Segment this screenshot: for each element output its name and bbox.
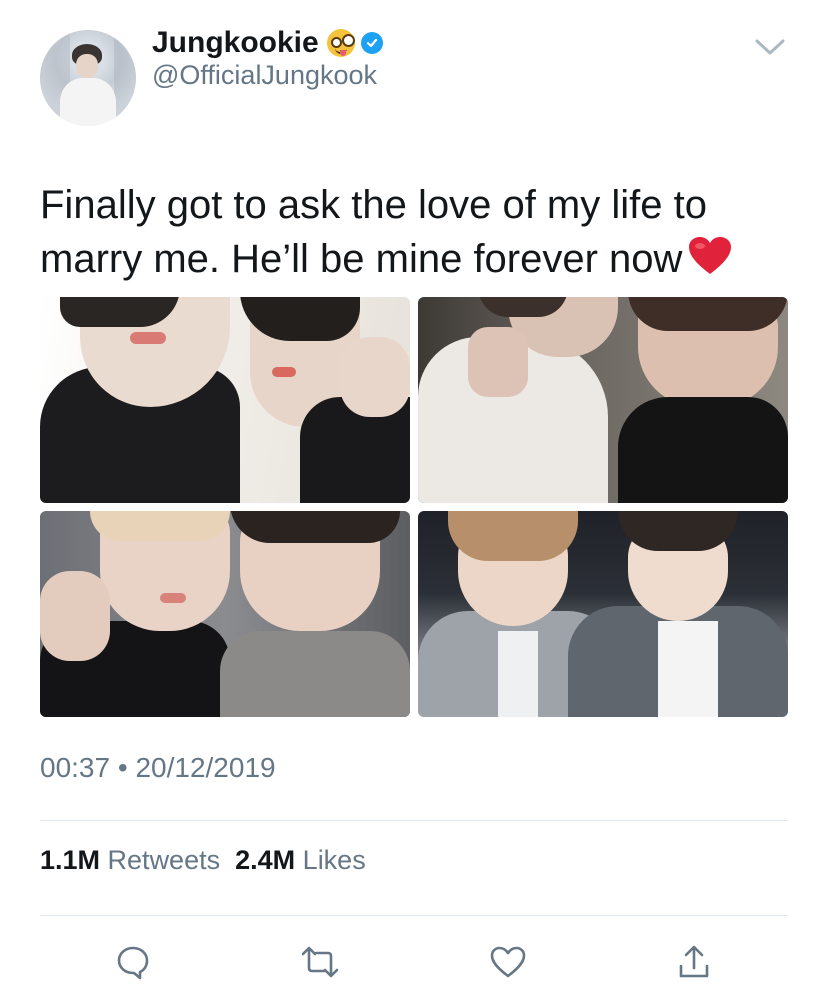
retweets-label: Retweets xyxy=(107,845,221,875)
tweet-text-content: Finally got to ask the love of my life t… xyxy=(40,183,707,281)
share-icon xyxy=(679,945,709,978)
chevron-down-icon[interactable] xyxy=(752,32,788,60)
verified-badge-icon xyxy=(360,32,383,54)
user-handle[interactable]: @OfficialJungkook xyxy=(152,60,377,91)
tweet-photo-1[interactable] xyxy=(40,297,410,503)
tweet-timestamp[interactable]: 00:37 • 20/12/2019 xyxy=(40,752,276,784)
author-name-row[interactable]: Jungkookie xyxy=(152,24,383,62)
timestamp-separator: • xyxy=(117,752,128,783)
red-heart-emoji-icon xyxy=(688,236,732,290)
tweet-photo-2[interactable] xyxy=(418,297,788,503)
tweet-date: 20/12/2019 xyxy=(135,752,276,783)
likes-stat[interactable]: 2.4M Likes xyxy=(235,845,366,875)
divider xyxy=(40,915,788,916)
retweet-icon xyxy=(301,946,339,978)
retweets-stat[interactable]: 1.1M Retweets xyxy=(40,845,220,875)
retweet-button[interactable] xyxy=(300,942,340,982)
likes-count: 2.4M xyxy=(235,845,296,875)
like-button[interactable] xyxy=(488,942,528,982)
like-icon xyxy=(490,946,526,978)
share-button[interactable] xyxy=(674,942,714,982)
likes-label: Likes xyxy=(302,845,366,875)
reply-button[interactable] xyxy=(113,942,153,982)
engagement-stats: 1.1M Retweets 2.4M Likes xyxy=(40,845,366,876)
tweet-text: Finally got to ask the love of my life t… xyxy=(40,178,800,290)
display-name[interactable]: Jungkookie xyxy=(152,26,319,60)
tweet-photo-4[interactable] xyxy=(418,511,788,717)
zany-face-emoji-icon xyxy=(326,29,355,57)
tweet-photo-3[interactable] xyxy=(40,511,410,717)
retweets-count: 1.1M xyxy=(40,845,101,875)
tweet-time: 00:37 xyxy=(40,752,111,783)
reply-icon xyxy=(117,946,149,980)
avatar[interactable] xyxy=(40,30,136,126)
divider xyxy=(40,820,788,821)
